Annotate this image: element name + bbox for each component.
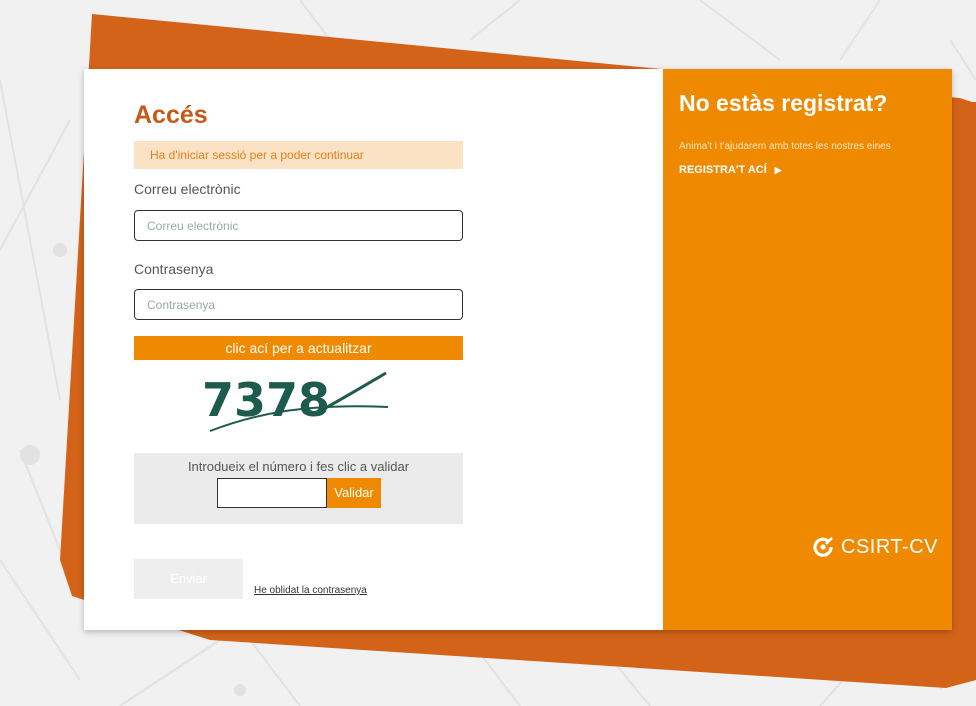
password-label: Contrasenya — [134, 261, 214, 277]
refresh-captcha-button[interactable]: clic ací per a actualitzar — [134, 336, 463, 360]
register-title: No estàs registrat? — [679, 90, 888, 116]
email-label: Correu electrònic — [134, 181, 241, 197]
logo-mark-icon — [813, 537, 833, 557]
csirt-logo: CSIRT-CV — [811, 531, 938, 563]
captcha-image: 7378 — [202, 371, 389, 432]
logo-text: CSIRT-CV — [841, 535, 938, 558]
register-link[interactable]: REGISTRA'T ACÍ ▶ — [679, 164, 782, 176]
login-panel: Accés Ha d'iniciar sessió per a poder co… — [84, 69, 663, 630]
validate-button[interactable]: Validar — [327, 478, 381, 508]
email-field[interactable] — [134, 210, 463, 241]
register-subtitle: Anima't i t'ajudarem amb totes les nostr… — [679, 141, 891, 152]
play-arrow-icon: ▶ — [774, 165, 782, 175]
page-title: Accés — [134, 101, 208, 129]
register-link-label: REGISTRA'T ACÍ — [679, 164, 767, 176]
captcha-text: 7378 — [202, 373, 330, 427]
register-panel: No estàs registrat? Anima't i t'ajudarem… — [663, 69, 952, 630]
captcha-prompt: Introdueix el número i fes clic a valida… — [187, 459, 410, 474]
send-button[interactable]: Enviar — [134, 559, 243, 599]
login-card: Accés Ha d'iniciar sessió per a poder co… — [84, 69, 952, 630]
login-alert: Ha d'iniciar sessió per a poder continua… — [134, 141, 463, 169]
captcha-validation-box: Introdueix el número i fes clic a valida… — [134, 453, 463, 524]
captcha-input[interactable] — [217, 478, 327, 508]
forgot-password-link[interactable]: He oblidat la contrasenya — [254, 585, 367, 596]
password-field[interactable] — [134, 289, 463, 320]
